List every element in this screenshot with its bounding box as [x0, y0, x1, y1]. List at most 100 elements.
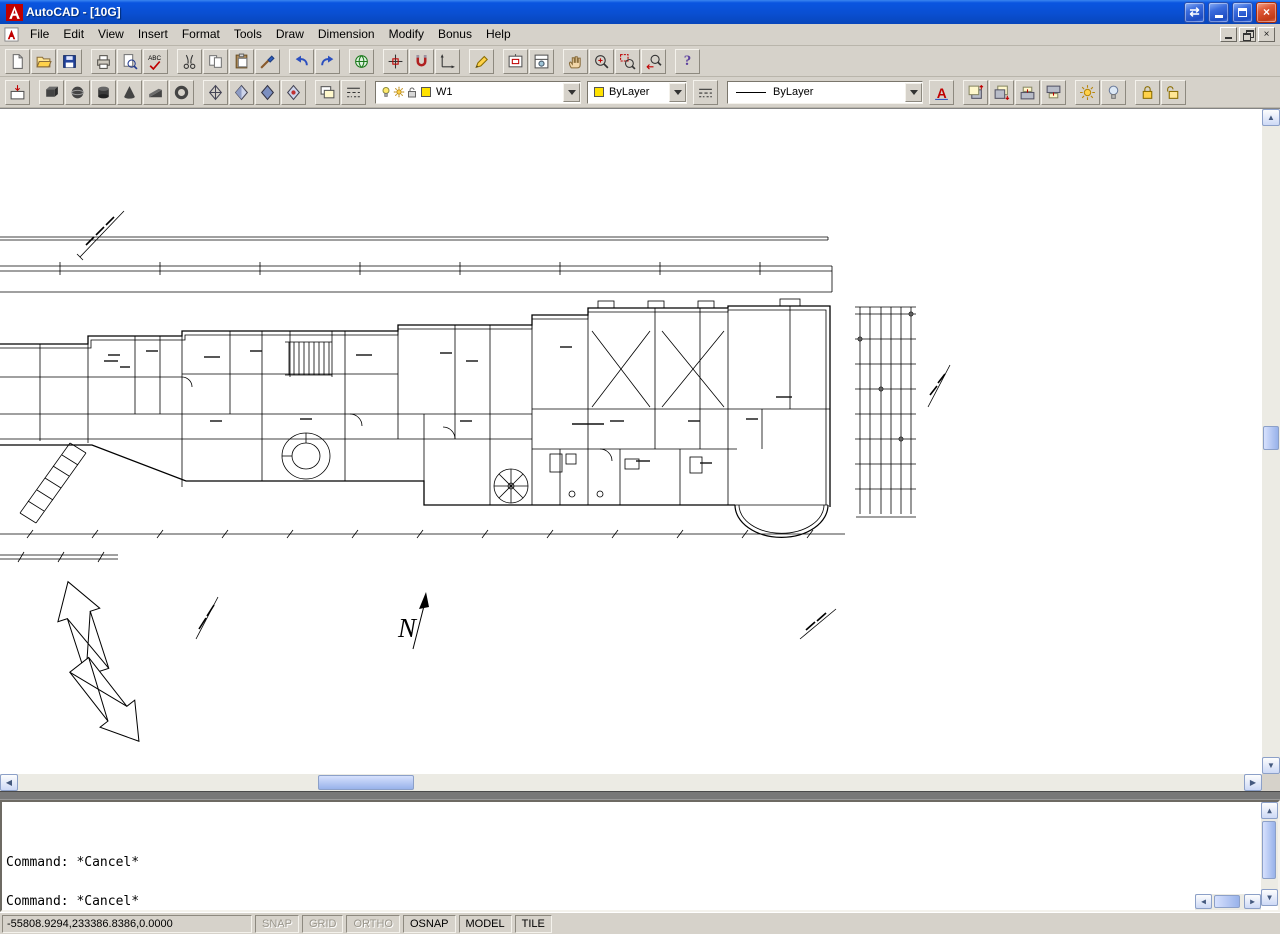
command-scroll-up-button[interactable]: ▲: [1261, 802, 1278, 819]
named-views-button[interactable]: [529, 49, 554, 74]
solid-cylinder-button[interactable]: [91, 80, 116, 105]
layer-unlock-button[interactable]: [1161, 80, 1186, 105]
menu-format[interactable]: Format: [175, 24, 227, 45]
command-scroll-down-button[interactable]: ▼: [1261, 889, 1278, 906]
layer-freeze-button[interactable]: [1075, 80, 1100, 105]
drawing-vertical-scrollbar[interactable]: ▲ ▼: [1262, 109, 1280, 774]
draworder-send-under-button[interactable]: [1041, 80, 1066, 105]
mdi-close-button[interactable]: ×: [1258, 27, 1275, 42]
tracking-button[interactable]: [383, 49, 408, 74]
match-properties-button[interactable]: [255, 49, 280, 74]
command-scroll-left-button[interactable]: ◀: [1195, 894, 1212, 909]
print-button[interactable]: [91, 49, 116, 74]
cut-button[interactable]: [177, 49, 202, 74]
mdi-minimize-button[interactable]: [1220, 27, 1237, 42]
zoom-previous-button[interactable]: [641, 49, 666, 74]
horizontal-scroll-thumb[interactable]: [318, 775, 414, 790]
help-button[interactable]: ?: [675, 49, 700, 74]
draworder-bring-to-front-button[interactable]: [963, 80, 988, 105]
menu-help[interactable]: Help: [479, 24, 518, 45]
horizontal-scroll-track[interactable]: [18, 774, 1244, 791]
drawing-horizontal-scrollbar[interactable]: ◀ ▶: [0, 774, 1262, 791]
command-horizontal-scrollbar[interactable]: ◀ ▶: [1195, 894, 1261, 910]
scroll-up-button[interactable]: ▲: [1262, 109, 1280, 126]
linetype-dropdown-arrow[interactable]: [905, 83, 922, 102]
menu-tools[interactable]: Tools: [227, 24, 269, 45]
linetype-dialog-button[interactable]: [341, 80, 366, 105]
menu-modify[interactable]: Modify: [382, 24, 431, 45]
command-vertical-scroll-thumb[interactable]: [1262, 821, 1276, 879]
copy-button[interactable]: [203, 49, 228, 74]
ortho-toggle[interactable]: ORTHO: [346, 915, 400, 933]
zoom-realtime-button[interactable]: [589, 49, 614, 74]
minimize-button[interactable]: [1208, 2, 1229, 23]
render-hide-button[interactable]: [203, 80, 228, 105]
command-scroll-right-button[interactable]: ▶: [1244, 894, 1261, 909]
model-toggle[interactable]: MODEL: [459, 915, 512, 933]
layer-dropdown-arrow[interactable]: [563, 83, 580, 102]
draworder-bring-above-button[interactable]: [1015, 80, 1040, 105]
command-vertical-scrollbar[interactable]: ▲ ▼: [1261, 802, 1278, 906]
linetype-control-dropdown[interactable]: ByLayer: [727, 81, 923, 104]
layers-dialog-button[interactable]: [315, 80, 340, 105]
vertical-scroll-track[interactable]: [1262, 126, 1280, 757]
layer-off-button[interactable]: [1101, 80, 1126, 105]
command-window-splitter[interactable]: [0, 790, 1280, 800]
snap-toggle[interactable]: SNAP: [255, 915, 299, 933]
print-preview-button[interactable]: [117, 49, 142, 74]
color-dropdown-arrow[interactable]: [669, 83, 686, 102]
render-materials-button[interactable]: [281, 80, 306, 105]
command-vertical-scroll-track[interactable]: [1261, 819, 1278, 889]
scroll-down-button[interactable]: ▼: [1262, 757, 1280, 774]
redo-button[interactable]: [315, 49, 340, 74]
paste-button[interactable]: [229, 49, 254, 74]
save-button[interactable]: [57, 49, 82, 74]
menu-insert[interactable]: Insert: [131, 24, 175, 45]
make-object-layer-current-button[interactable]: [5, 80, 30, 105]
arrange-windows-button[interactable]: ⇄: [1184, 2, 1205, 23]
maximize-button[interactable]: [1232, 2, 1253, 23]
scroll-right-button[interactable]: ▶: [1244, 774, 1262, 791]
command-window[interactable]: Command: *Cancel* Command: *Cancel* Comm…: [0, 800, 1280, 912]
solid-cone-button[interactable]: [117, 80, 142, 105]
drawing-canvas[interactable]: N: [0, 109, 1262, 774]
solid-wedge-button[interactable]: [143, 80, 168, 105]
menu-edit[interactable]: Edit: [56, 24, 91, 45]
mdi-restore-button[interactable]: [1239, 27, 1256, 42]
aerial-view-button[interactable]: [503, 49, 528, 74]
render-button[interactable]: [255, 80, 280, 105]
menu-view[interactable]: View: [91, 24, 131, 45]
open-button[interactable]: [31, 49, 56, 74]
solid-torus-button[interactable]: [169, 80, 194, 105]
layer-lock-button[interactable]: [1135, 80, 1160, 105]
tile-toggle[interactable]: TILE: [515, 915, 552, 933]
vertical-scroll-thumb[interactable]: [1263, 426, 1279, 450]
object-snap-button[interactable]: [409, 49, 434, 74]
text-style-button[interactable]: A: [929, 80, 954, 105]
command-horizontal-scroll-track[interactable]: [1212, 894, 1244, 910]
command-horizontal-scroll-thumb[interactable]: [1214, 895, 1240, 908]
osnap-toggle[interactable]: OSNAP: [403, 915, 456, 933]
menu-bonus[interactable]: Bonus: [431, 24, 479, 45]
new-button[interactable]: [5, 49, 30, 74]
solid-box-button[interactable]: [39, 80, 64, 105]
undo-button[interactable]: [289, 49, 314, 74]
color-control-dropdown[interactable]: ByLayer: [587, 81, 687, 104]
scroll-left-button[interactable]: ◀: [0, 774, 18, 791]
close-button[interactable]: ×: [1256, 2, 1277, 23]
pan-realtime-button[interactable]: [563, 49, 588, 74]
menu-dimension[interactable]: Dimension: [311, 24, 382, 45]
launch-browser-button[interactable]: [349, 49, 374, 74]
zoom-window-button[interactable]: [615, 49, 640, 74]
menu-draw[interactable]: Draw: [269, 24, 311, 45]
redraw-button[interactable]: [469, 49, 494, 74]
grid-toggle[interactable]: GRID: [302, 915, 344, 933]
layer-control-dropdown[interactable]: W1: [375, 81, 581, 104]
solid-sphere-button[interactable]: [65, 80, 90, 105]
draworder-send-to-back-button[interactable]: [989, 80, 1014, 105]
linetype-settings-button[interactable]: [693, 80, 718, 105]
spelling-button[interactable]: ABC: [143, 49, 168, 74]
menu-file[interactable]: File: [23, 24, 56, 45]
ucs-button[interactable]: [435, 49, 460, 74]
render-shade-button[interactable]: [229, 80, 254, 105]
